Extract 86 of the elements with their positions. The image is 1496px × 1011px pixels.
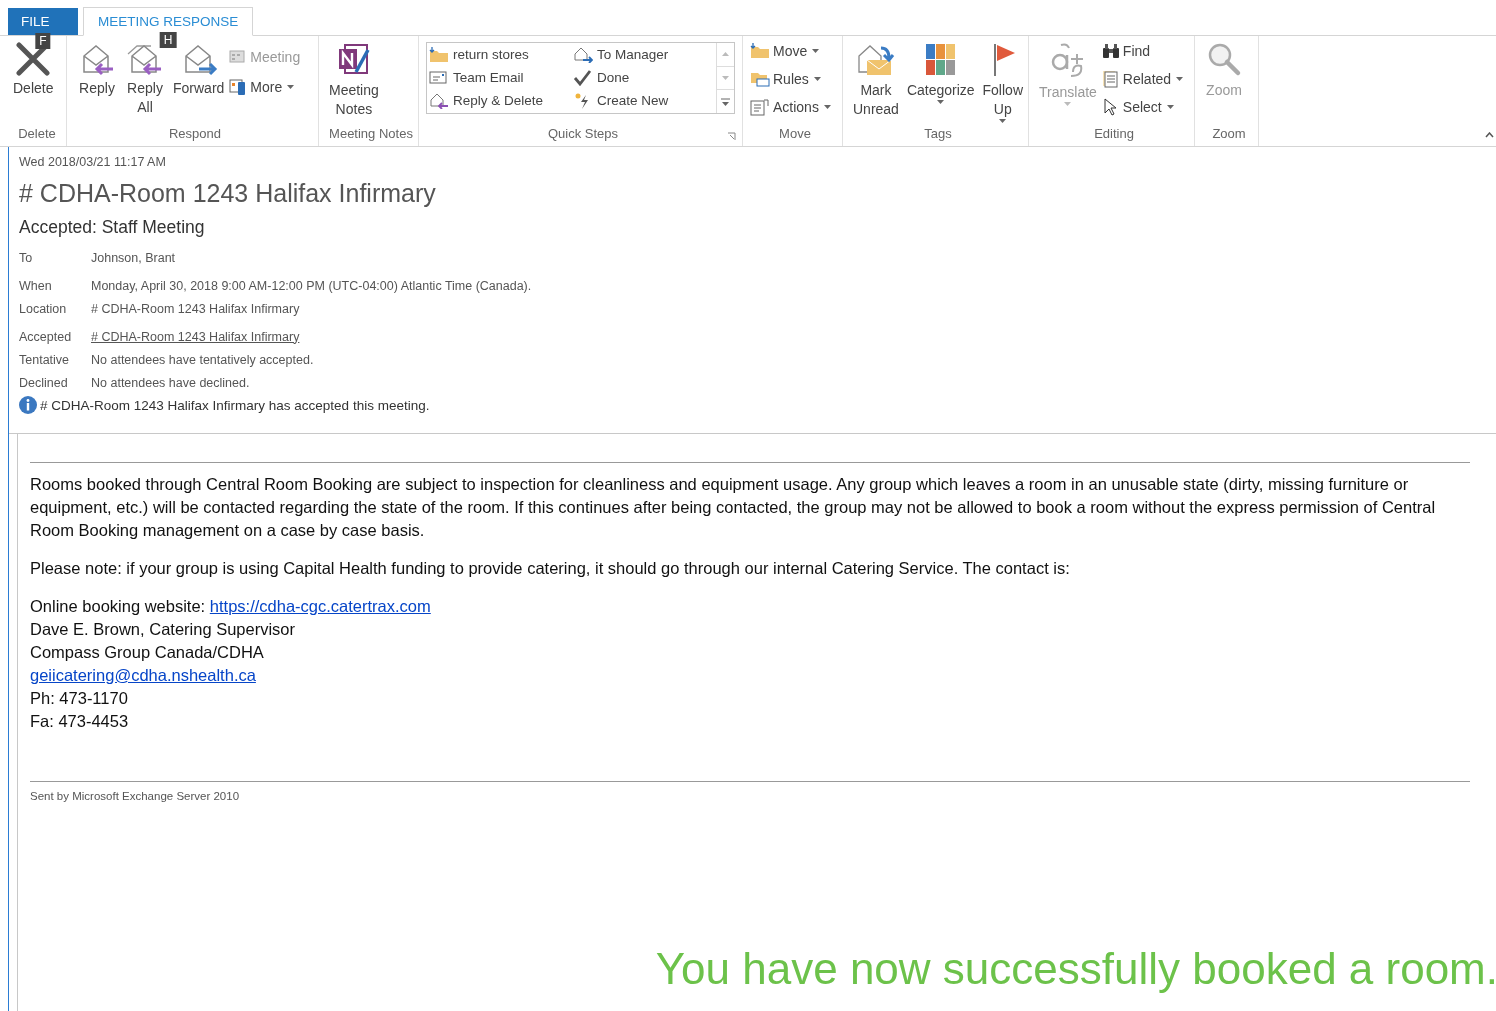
envelope-arrow-icon xyxy=(573,46,593,63)
actions-button[interactable]: Actions xyxy=(750,96,831,118)
field-label: To xyxy=(19,250,34,265)
location-title: # CDHA-Room 1243 Halifax Infirmary xyxy=(19,179,437,208)
calendar-icon xyxy=(229,49,248,65)
field-value: Johnson, Brant xyxy=(91,250,176,265)
field-label: Declined xyxy=(19,375,69,390)
folder-card-icon xyxy=(750,71,770,87)
caret-icon xyxy=(722,52,729,57)
collapse-ribbon-icon[interactable] xyxy=(1485,132,1494,138)
find-button[interactable]: Find xyxy=(1101,40,1184,62)
location-link[interactable]: # CDHA-Room 1243 Halifax Infirmary xyxy=(91,329,300,344)
caret-icon xyxy=(1166,105,1174,109)
folder-icon xyxy=(750,43,770,59)
envelope-arrow-icon xyxy=(429,92,449,109)
group-label: Delete xyxy=(17,126,57,143)
caret-icon xyxy=(1176,77,1184,81)
field-label: Location xyxy=(19,301,68,316)
dialog-launcher-icon[interactable] xyxy=(727,132,736,141)
categorize-button[interactable]: Categorize xyxy=(903,40,978,106)
contact-line: Online booking website: https://cdha-cgc.catertrax.com xyxy=(30,596,432,617)
key-tip: H xyxy=(159,32,177,48)
caret-icon xyxy=(722,76,729,80)
group-label: Move xyxy=(778,126,812,143)
mark-unread-button[interactable]: Mark Unread xyxy=(850,40,902,121)
related-button[interactable]: Related xyxy=(1101,68,1184,90)
group-label: Meeting Notes xyxy=(328,126,414,143)
color-grid-icon xyxy=(924,42,957,78)
quick-step[interactable]: To Manager xyxy=(571,43,715,66)
folder-icon xyxy=(429,46,449,63)
group-label: Zoom xyxy=(1211,126,1247,143)
signature: Sent by Microsoft Exchange Server 2010 xyxy=(30,790,241,802)
quick-step[interactable]: Team Email xyxy=(427,66,571,89)
caption: You have now successfully booked a room. xyxy=(655,944,1496,994)
field-value: No attendees have declined. xyxy=(91,375,250,390)
field-value: # CDHA-Room 1243 Halifax Infirmary xyxy=(91,301,300,316)
contact-line: Fa: 473-4453 xyxy=(30,711,130,732)
group-label: Quick Steps xyxy=(547,126,619,141)
move-button[interactable]: Move xyxy=(750,40,831,62)
contact-line: Ph: 473-1170 xyxy=(30,688,129,709)
caret-icon xyxy=(813,77,821,81)
info-message: # CDHA-Room 1243 Halifax Infirmary has accepted this meeting. xyxy=(40,397,430,413)
contact-line: Compass Group Canada/CDHA xyxy=(30,642,265,663)
quick-step[interactable]: return stores xyxy=(427,43,571,66)
subject: Accepted: Staff Meeting xyxy=(19,217,206,238)
caret-icon xyxy=(937,100,945,104)
ribbon-tab[interactable]: MEETING RESPONSE xyxy=(83,7,254,36)
binoculars-icon xyxy=(1101,43,1120,59)
caret-icon xyxy=(812,49,820,53)
meeting-notes-button[interactable]: Meeting Notes xyxy=(326,40,382,121)
rules-button[interactable]: Rules xyxy=(750,68,831,90)
ribbon-tab[interactable]: FILE xyxy=(8,8,78,35)
field-label: Tentative xyxy=(19,352,71,367)
field-label: Accepted xyxy=(19,329,73,344)
quick-step[interactable]: Create New xyxy=(571,89,715,112)
document-list-icon xyxy=(750,98,770,116)
reply-button[interactable]: Reply xyxy=(74,40,120,100)
field-label: When xyxy=(19,278,53,293)
follow-up-button[interactable]: Follow Up xyxy=(979,40,1026,125)
group-label: Editing xyxy=(1093,126,1135,143)
check-icon xyxy=(573,69,593,86)
more-button[interactable]: More xyxy=(229,76,301,98)
window-phone-icon xyxy=(229,78,248,96)
quick-step[interactable]: Done xyxy=(571,66,715,89)
caret-icon xyxy=(823,105,831,109)
email-link[interactable]: geiicatering@cdha.nshealth.ca xyxy=(30,666,256,684)
caret-icon xyxy=(1064,102,1072,106)
group-label: Respond xyxy=(167,126,222,143)
body-paragraph: Please note: if your group is using Capital Health funding to provide catering, it should go through our internal Catering Service. The contact is: xyxy=(30,558,1071,579)
quick-step[interactable]: Reply & Delete xyxy=(427,89,571,112)
email-card-icon xyxy=(429,69,449,86)
body-paragraph: Rooms booked through Central Room Booking are subject to inspection for cleanliness and equipment usage. Any group which leaves a room in an unusable state (dirty, missing furniture or equipment, etc.) will be contacted regarding the state of the room. If this continues after being contacted, the group may not be allowed to book a room without the express permission of Central Room Booking management on a case by case basis. xyxy=(30,474,1437,541)
field-value: No attendees have tentatively accepted. xyxy=(91,352,314,367)
magnifier-icon xyxy=(1206,42,1242,78)
caret-icon xyxy=(287,85,295,89)
key-tip: F xyxy=(35,33,51,49)
contact-line: Dave E. Brown, Catering Supervisor xyxy=(30,619,297,640)
caret-icon xyxy=(999,119,1007,123)
group-label: Tags xyxy=(923,126,953,143)
field-value: Monday, April 30, 2018 9:00 AM-12:00 PM (UTC-04:00) Atlantic Time (Canada). xyxy=(91,278,532,293)
website-link[interactable]: https://cdha-cgc.catertrax.com xyxy=(209,597,431,615)
info-icon xyxy=(19,396,37,414)
caret-icon xyxy=(721,97,730,106)
sent-date: Wed 2018/03/21 11:17 AM xyxy=(19,155,167,169)
select-button[interactable]: Select xyxy=(1101,96,1184,118)
document-icon xyxy=(1101,70,1120,88)
